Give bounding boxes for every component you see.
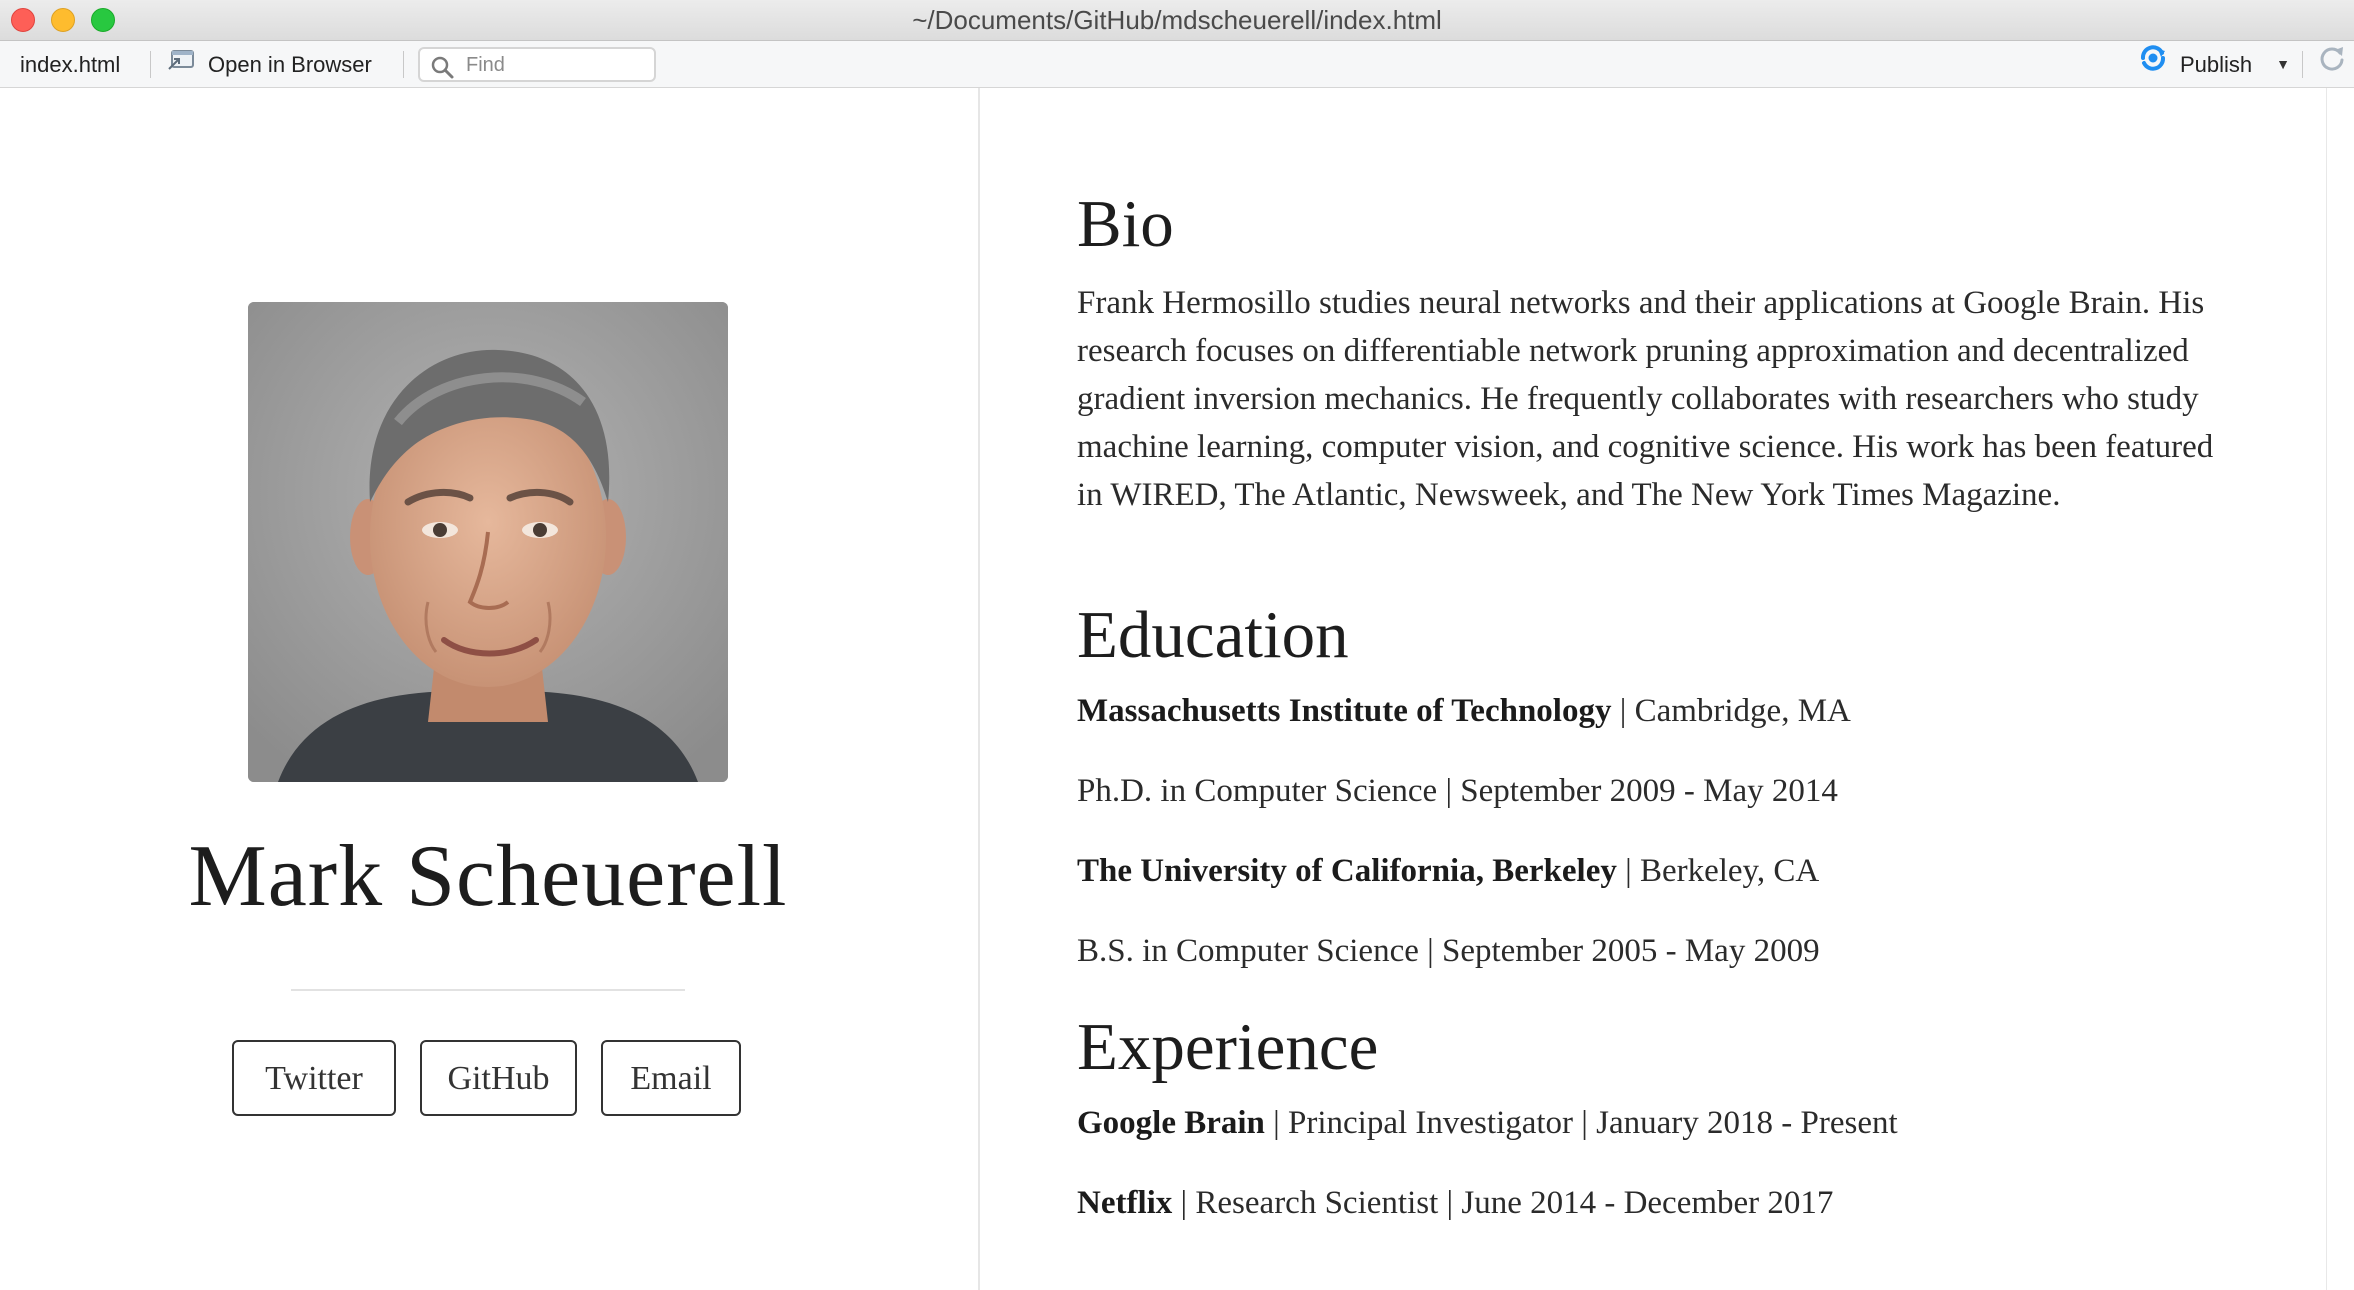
experience-detail: | Research Scientist | June 2014 - Decem… <box>1172 1185 1834 1221</box>
twitter-link-button[interactable]: Twitter <box>232 1040 396 1116</box>
file-name-label: index.html <box>20 52 121 77</box>
publish-icon <box>2136 41 2170 88</box>
experience-item: Netflix | Research Scientist | June 2014… <box>1077 1185 1833 1222</box>
open-in-browser-icon <box>166 41 196 88</box>
publish-label: Publish <box>2180 52 2253 77</box>
find-box[interactable] <box>418 47 656 82</box>
education-item-degree: B.S. in Computer Science | September 200… <box>1077 933 1820 969</box>
open-in-browser-label: Open in Browser <box>208 52 372 77</box>
scrollbar-track[interactable] <box>2326 88 2327 1290</box>
profile-sidebar: Mark Scheuerell Twitter GitHub Email <box>0 88 980 1290</box>
experience-heading: Experience <box>1077 1010 1379 1084</box>
school-name: The University of California, Berkeley <box>1077 853 1617 889</box>
search-icon <box>431 56 454 79</box>
toolbar-divider <box>403 51 404 78</box>
experience-detail: | Principal Investigator | January 2018 … <box>1264 1105 1898 1141</box>
employer-name: Google Brain <box>1077 1105 1265 1141</box>
email-link-button[interactable]: Email <box>601 1040 741 1116</box>
education-item-school: The University of California, Berkeley |… <box>1077 853 1819 890</box>
github-link-button[interactable]: GitHub <box>420 1040 577 1116</box>
window-title: ~/Documents/GitHub/mdscheuerell/index.ht… <box>912 5 1442 35</box>
profile-photo <box>248 302 728 782</box>
publish-dropdown-icon[interactable]: ▼ <box>2276 41 2290 88</box>
html-preview-pane: Mark Scheuerell Twitter GitHub Email Bio… <box>0 88 2354 1290</box>
education-heading: Education <box>1077 598 1349 672</box>
employer-name: Netflix <box>1077 1185 1173 1221</box>
school-location: | Cambridge, MA <box>1611 693 1851 729</box>
find-input[interactable] <box>464 51 650 79</box>
bio-text: Frank Hermosillo studies neural networks… <box>1077 285 2214 513</box>
profile-name: Mark Scheuerell <box>188 828 788 925</box>
education-item-degree: Ph.D. in Computer Science | September 20… <box>1077 773 1838 809</box>
open-in-browser-button[interactable]: Open in Browser <box>166 41 372 88</box>
viewer-toolbar: index.html Open in Browser P <box>0 41 2354 88</box>
bio-heading: Bio <box>1077 187 1174 261</box>
name-divider <box>291 989 685 991</box>
window-title-bar: ~/Documents/GitHub/mdscheuerell/index.ht… <box>0 0 2354 41</box>
toolbar-divider <box>2302 51 2303 78</box>
refresh-icon <box>2318 41 2346 88</box>
education-item-school: Massachusetts Institute of Technology | … <box>1077 693 1851 730</box>
school-name: Massachusetts Institute of Technology <box>1077 693 1612 729</box>
toolbar-divider <box>150 51 151 78</box>
publish-button[interactable]: Publish ▼ <box>2136 41 2290 88</box>
school-location: | Berkeley, CA <box>1616 853 1820 889</box>
experience-item: Google Brain | Principal Investigator | … <box>1077 1105 1898 1142</box>
refresh-button[interactable] <box>2318 41 2346 88</box>
